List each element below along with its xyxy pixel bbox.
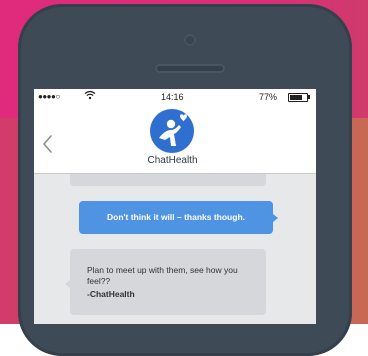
- previous-message-bubble: [70, 174, 266, 186]
- outgoing-message-bubble: Don't think it will – thanks though.: [79, 201, 273, 234]
- chat-header: ChatHealth: [34, 105, 316, 174]
- earpiece-speaker: [155, 64, 225, 73]
- app-name: ChatHealth: [147, 155, 198, 166]
- battery-percentage: 77%: [259, 92, 278, 102]
- signal-strength: ●●●●○: [38, 92, 60, 101]
- chathealth-logo-icon: [149, 108, 195, 154]
- incoming-message-bubble: Plan to meet up with them, see how you f…: [70, 249, 266, 315]
- wifi-icon: [84, 90, 96, 103]
- chevron-left-icon: [42, 135, 52, 153]
- phone-screen: ●●●●○ 14:16 77% ChatHealth Don't think i…: [34, 89, 316, 324]
- front-camera: [184, 34, 196, 46]
- battery-tip: [308, 95, 310, 99]
- incoming-message-text: Plan to meet up with them, see how you f…: [87, 265, 238, 286]
- battery-level-fill: [290, 95, 302, 100]
- status-time: 14:16: [161, 92, 184, 102]
- message-thread[interactable]: Don't think it will – thanks though. Pla…: [34, 174, 316, 324]
- status-bar: ●●●●○ 14:16 77%: [34, 89, 316, 105]
- back-button[interactable]: [40, 133, 56, 155]
- outgoing-bubble-tail: [273, 214, 278, 222]
- incoming-message-signature: -ChatHealth: [87, 289, 135, 299]
- incoming-bubble-tail: [65, 280, 70, 288]
- battery-icon: [288, 93, 308, 102]
